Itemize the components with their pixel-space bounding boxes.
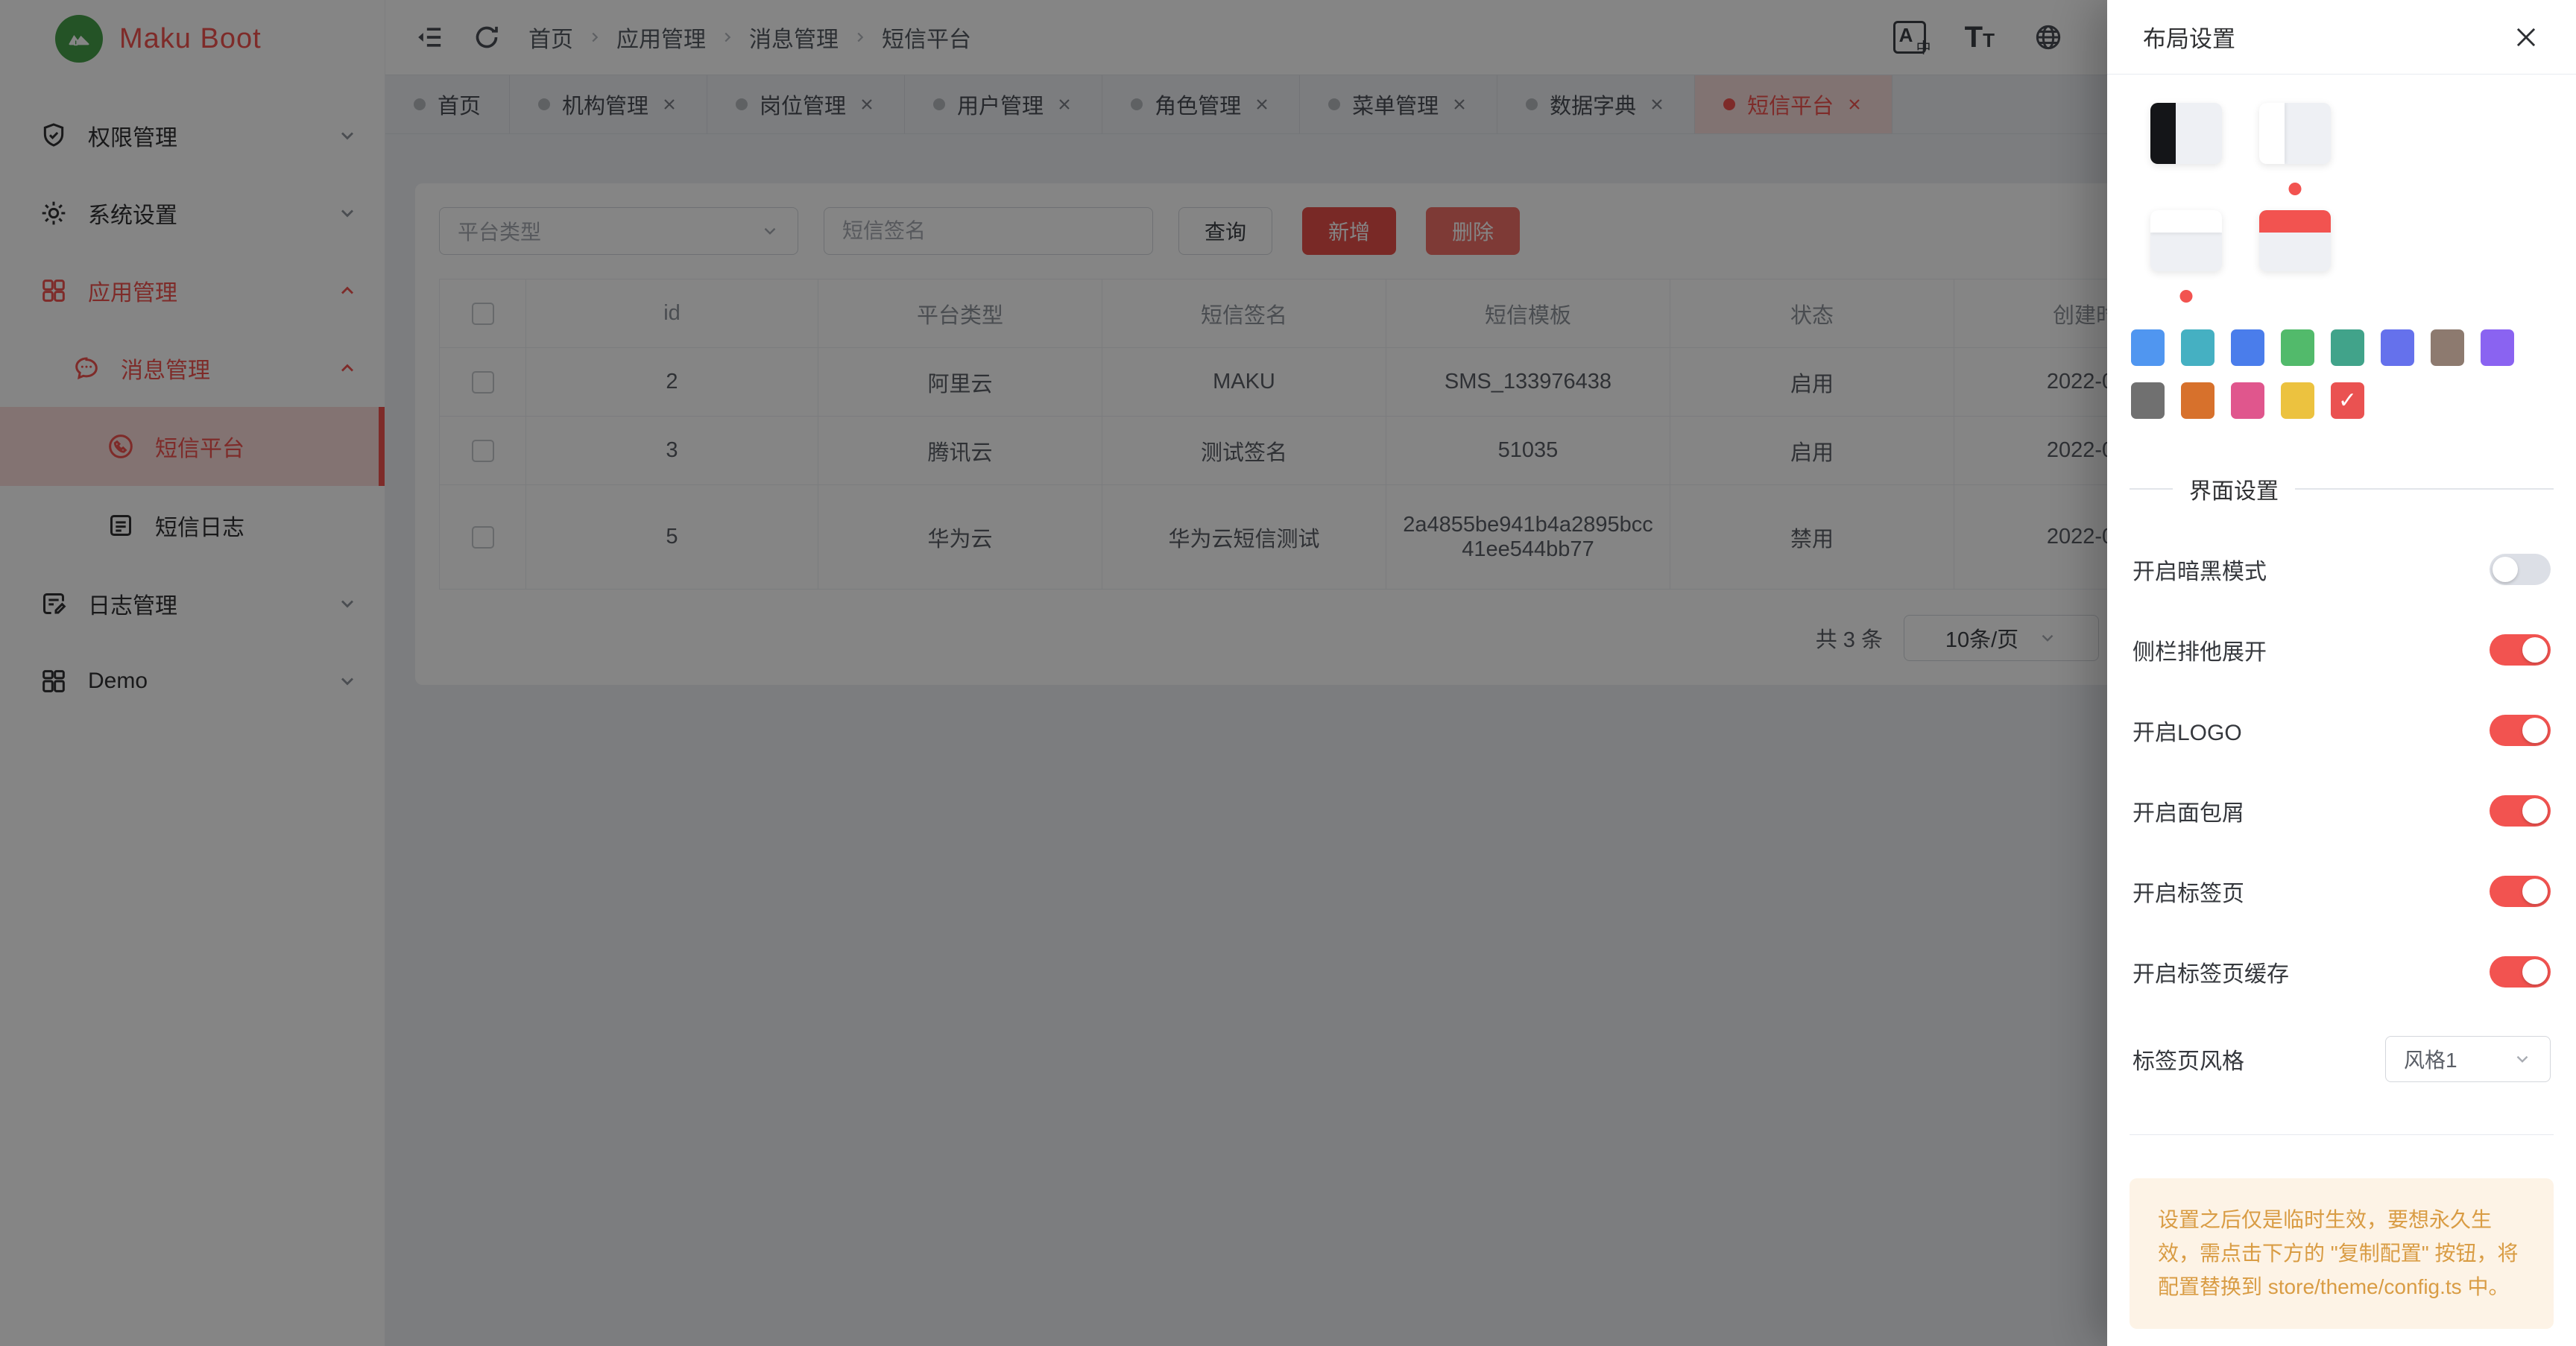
setting-label: 开启暗黑模式 — [2133, 553, 2267, 586]
theme-color-swatch[interactable] — [2131, 382, 2165, 419]
theme-color-swatch[interactable] — [2431, 329, 2464, 366]
setting-label: 开启标签页缓存 — [2133, 955, 2289, 988]
primary-header-preview — [2259, 210, 2331, 233]
section-title: 界面设置 — [2173, 473, 2295, 505]
dark-mode-toggle[interactable] — [2490, 554, 2551, 585]
theme-color-swatch[interactable] — [2381, 329, 2414, 366]
theme-color-swatch[interactable] — [2331, 329, 2364, 366]
setting-label: 开启标签页 — [2133, 875, 2244, 908]
light-sidebar-preview — [2259, 103, 2285, 164]
close-icon[interactable] — [2512, 23, 2540, 51]
setting-tabs: 开启标签页 — [2130, 875, 2554, 908]
setting-label: 开启面包屑 — [2133, 794, 2244, 827]
logo-toggle[interactable] — [2490, 715, 2551, 746]
theme-color-swatch[interactable] — [2231, 382, 2264, 419]
setting-logo: 开启LOGO — [2130, 714, 2554, 747]
setting-dark-mode: 开启暗黑模式 — [2130, 553, 2554, 586]
drawer-divider — [2130, 1134, 2554, 1135]
settings-notice: 设置之后仅是临时生效，要想永久生效，需点击下方的 "复制配置" 按钮，将配置替换… — [2130, 1178, 2554, 1329]
theme-color-swatch[interactable] — [2281, 382, 2314, 419]
layout-option-primary-header[interactable] — [2259, 210, 2331, 271]
breadcrumb-toggle[interactable] — [2490, 795, 2551, 827]
theme-color-swatch[interactable] — [2281, 329, 2314, 366]
chevron-down-icon — [2513, 1049, 2532, 1069]
tab-cache-toggle[interactable] — [2490, 956, 2551, 988]
setting-sidebar-accordion: 侧栏排他展开 — [2130, 633, 2554, 666]
layout-option-light-sidebar[interactable] — [2259, 103, 2331, 164]
drawer-title: 布局设置 — [2143, 20, 2235, 54]
layout-options — [2130, 103, 2554, 271]
theme-color-swatch[interactable] — [2131, 329, 2165, 366]
theme-color-swatch[interactable] — [2181, 329, 2214, 366]
layout-settings-drawer: 布局设置 — [2107, 0, 2576, 1346]
theme-color-picker — [2130, 329, 2554, 419]
sidebar-accordion-toggle[interactable] — [2490, 634, 2551, 666]
drawer-header: 布局设置 — [2107, 0, 2576, 75]
tab-style-select[interactable]: 风格1 — [2385, 1036, 2551, 1082]
theme-color-swatch[interactable] — [2231, 329, 2264, 366]
interface-settings-divider: 界面设置 — [2130, 473, 2554, 505]
theme-color-swatch-selected[interactable] — [2331, 382, 2364, 419]
dark-sidebar-preview — [2150, 103, 2176, 164]
setting-label: 开启LOGO — [2133, 714, 2242, 747]
theme-color-swatch[interactable] — [2181, 382, 2214, 419]
tabs-toggle[interactable] — [2490, 876, 2551, 907]
drawer-body: 界面设置 开启暗黑模式 侧栏排他展开 开启LOGO 开启面包屑 开启标签页 开启… — [2107, 103, 2576, 1346]
tab-style-value: 风格1 — [2404, 1044, 2457, 1074]
setting-tab-style: 标签页风格 风格1 — [2130, 1036, 2554, 1082]
theme-color-swatch[interactable] — [2481, 329, 2514, 366]
layout-option-light-header[interactable] — [2150, 210, 2222, 271]
setting-label: 标签页风格 — [2133, 1043, 2244, 1075]
setting-breadcrumb: 开启面包屑 — [2130, 794, 2554, 827]
layout-option-dark-sidebar[interactable] — [2150, 103, 2222, 164]
setting-tab-cache: 开启标签页缓存 — [2130, 955, 2554, 988]
setting-label: 侧栏排他展开 — [2133, 633, 2267, 666]
light-header-preview — [2150, 210, 2222, 233]
